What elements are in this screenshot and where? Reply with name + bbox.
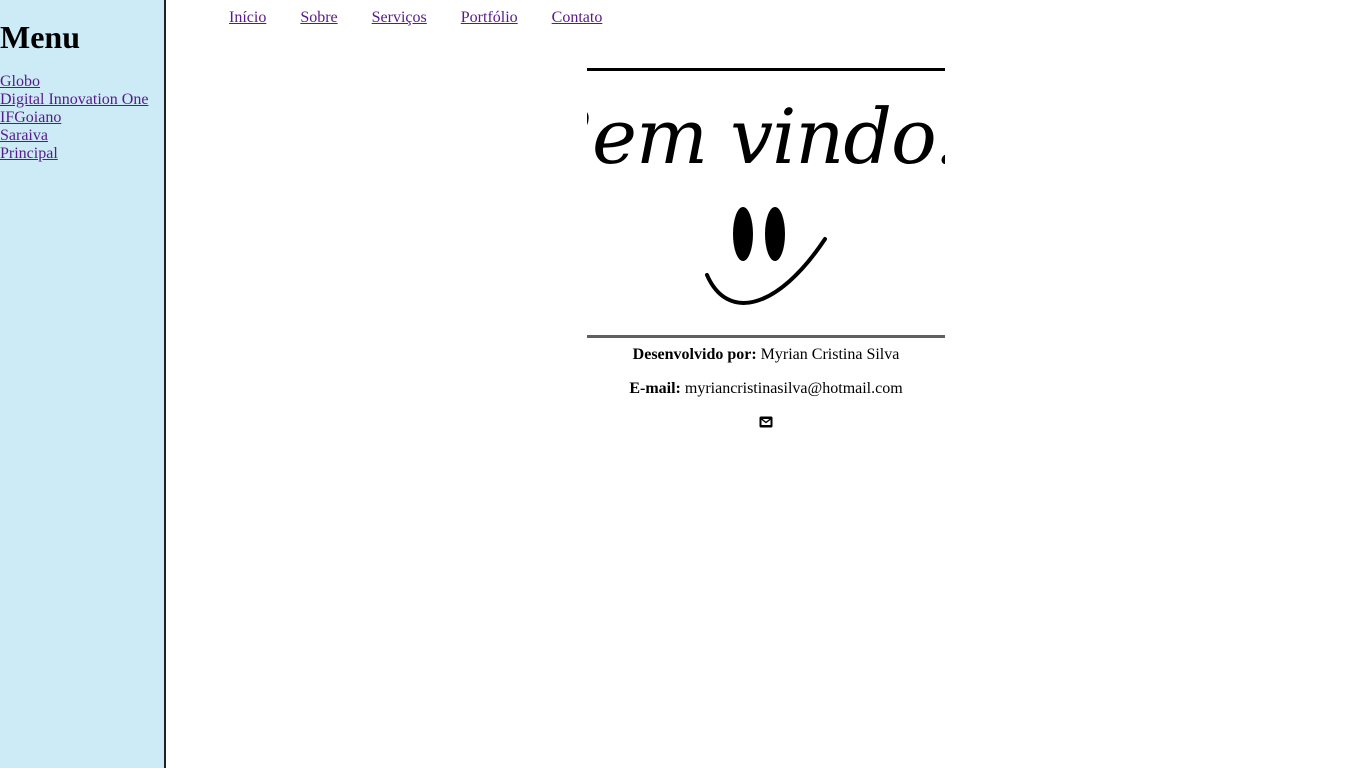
nav-link-inicio[interactable]: Início xyxy=(229,8,266,28)
welcome-text: Bem vindo!! xyxy=(587,92,945,181)
sidebar-link-digital-innovation-one[interactable]: Digital Innovation One xyxy=(0,91,148,108)
sidebar-item-digital-innovation-one: Digital Innovation One xyxy=(0,91,148,109)
nav-link-servicos[interactable]: Serviços xyxy=(372,8,427,28)
smiley-face-icon xyxy=(705,207,827,305)
welcome-banner: Bem vindo!! xyxy=(587,68,945,338)
sidebar: Menu Globo Digital Innovation One IFGoia… xyxy=(0,0,166,768)
developer-label: Desenvolvido por: xyxy=(632,346,757,363)
welcome-banner-image: Bem vindo!! xyxy=(587,92,945,305)
sidebar-link-globo[interactable]: Globo xyxy=(0,73,40,90)
developer-credit: Desenvolvido por: Myrian Cristina Silva xyxy=(587,345,945,365)
sidebar-menu: Globo Digital Innovation One IFGoiano Sa… xyxy=(0,73,148,163)
nav-link-portfolio[interactable]: Portfólio xyxy=(461,8,518,28)
top-navigation: Início Sobre Serviços Portfólio Contato xyxy=(229,8,636,28)
envelope-icon[interactable] xyxy=(759,415,773,429)
nav-link-sobre[interactable]: Sobre xyxy=(300,8,337,28)
sidebar-link-principal[interactable]: Principal xyxy=(0,145,58,162)
email-address: myriancristinasilva@hotmail.com xyxy=(684,380,903,397)
sidebar-item-saraiva: Saraiva xyxy=(0,127,148,145)
sidebar-item-ifgoiano: IFGoiano xyxy=(0,109,148,127)
sidebar-link-saraiva[interactable]: Saraiva xyxy=(0,127,48,144)
sidebar-link-ifgoiano[interactable]: IFGoiano xyxy=(0,109,61,126)
sidebar-item-principal: Principal xyxy=(0,145,148,163)
sidebar-item-globo: Globo xyxy=(0,73,148,91)
email-credit: E-mail: myriancristinasilva@hotmail.com xyxy=(587,379,945,399)
sidebar-title: Menu xyxy=(0,19,80,55)
email-label: E-mail: xyxy=(629,380,681,397)
developer-name: Myrian Cristina Silva xyxy=(760,346,900,363)
nav-link-contato[interactable]: Contato xyxy=(552,8,603,28)
